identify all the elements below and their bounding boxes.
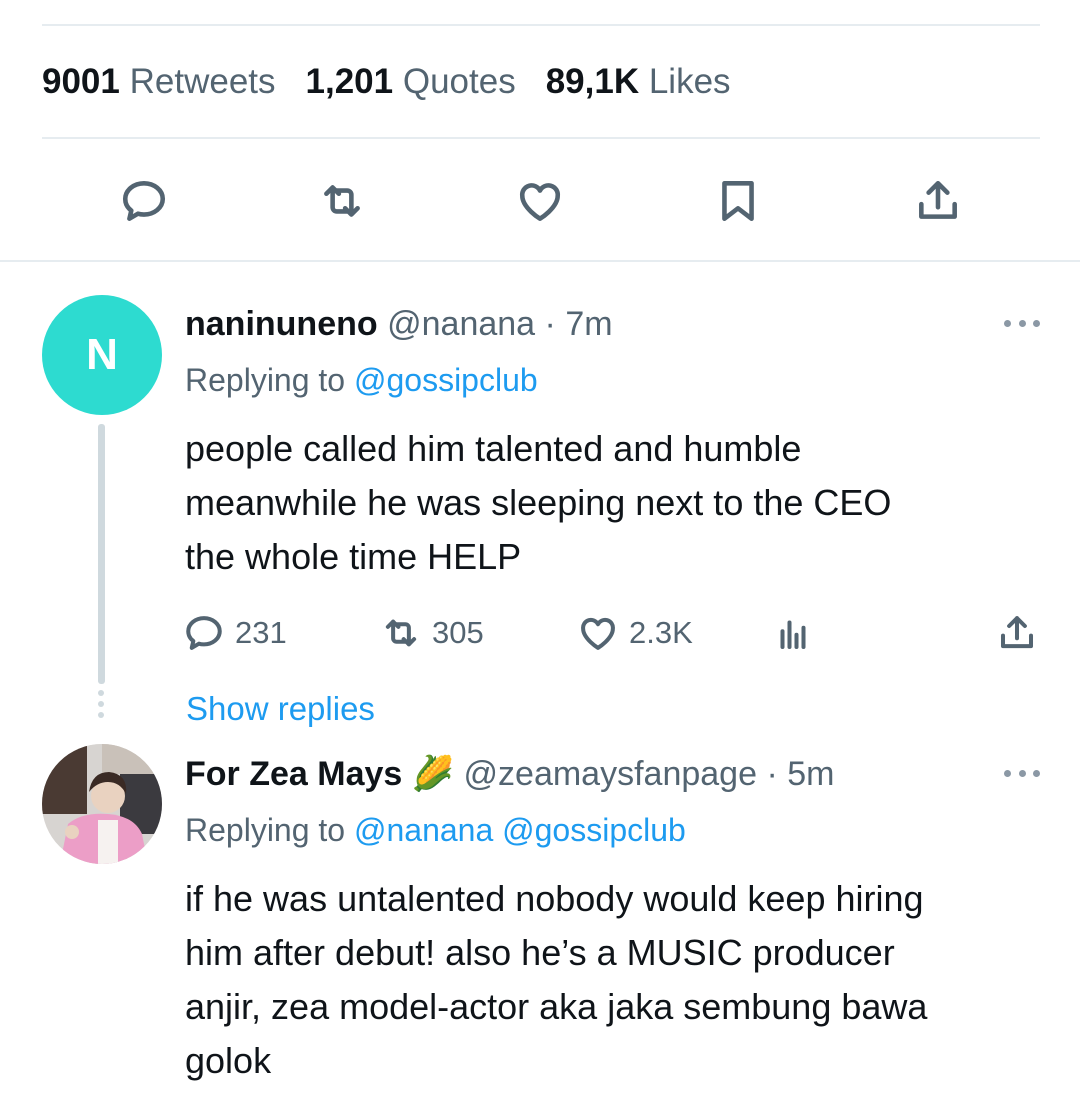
retweets-stat[interactable]: 9001 Retweets	[42, 62, 276, 101]
reply-text: if he was untalented nobody would keep h…	[185, 872, 927, 1088]
analytics-icon	[780, 620, 806, 650]
text-line: people called him talented and humble	[185, 428, 802, 469]
reply-text: people called him talented and humble me…	[185, 422, 891, 584]
analytics-button[interactable]	[772, 612, 824, 654]
display-name[interactable]: naninuneno	[185, 305, 378, 343]
reply-icon	[122, 181, 166, 221]
like-count: 2.3K	[629, 615, 693, 650]
text-line: golok	[185, 1040, 272, 1081]
reply-count: 231	[235, 615, 287, 650]
replying-to: Replying to @nanana @gossipclub	[185, 812, 686, 848]
text-line: anjir, zea model-actor aka jaka sembung …	[185, 986, 928, 1027]
bookmark-button[interactable]	[712, 175, 764, 227]
text-line: if he was untalented nobody would keep h…	[185, 878, 924, 919]
reply-count-button[interactable]: 231	[183, 612, 287, 654]
display-name[interactable]: For Zea Mays 🌽	[185, 755, 454, 793]
replying-to: Replying to @gossipclub	[185, 362, 538, 398]
reply-button[interactable]	[118, 175, 170, 227]
timestamp[interactable]: · 5m	[766, 755, 834, 793]
retweet-count: 305	[432, 615, 484, 650]
actions-divider	[0, 260, 1080, 262]
top-divider	[42, 24, 1040, 26]
share-button[interactable]	[912, 175, 964, 227]
like-button[interactable]	[514, 175, 566, 227]
more-options-icon[interactable]	[1004, 320, 1040, 327]
text-line: the whole time HELP	[185, 536, 522, 577]
retweet-icon	[385, 619, 417, 647]
share-icon	[919, 181, 957, 219]
reply-icon	[186, 616, 222, 650]
tweet-stats: 9001 Retweets 1,201 Quotes 89,1K Likes	[42, 62, 731, 102]
reply-header: naninuneno @nanana · 7m	[185, 305, 613, 344]
thread-dots	[97, 690, 106, 723]
replying-to-link[interactable]: @nanana @gossipclub	[354, 812, 686, 848]
text-line: him after debut! also he’s a MUSIC produ…	[185, 932, 895, 973]
thread-line	[98, 424, 105, 684]
username[interactable]: @nanana	[387, 305, 535, 343]
timestamp[interactable]: · 7m	[545, 305, 613, 343]
like-count-button[interactable]: 2.3K	[577, 612, 693, 654]
avatar[interactable]	[42, 744, 162, 864]
share-tweet-button[interactable]	[996, 612, 1048, 654]
heart-icon	[581, 617, 615, 650]
reply-header: For Zea Mays 🌽 @zeamaysfanpage · 5m	[185, 754, 834, 794]
heart-icon	[519, 183, 561, 221]
bookmark-icon	[722, 181, 754, 221]
replying-to-link[interactable]: @gossipclub	[354, 362, 538, 398]
text-line: meanwhile he was sleeping next to the CE…	[185, 482, 892, 523]
retweet-count-button[interactable]: 305	[380, 612, 484, 654]
stats-divider	[42, 137, 1040, 139]
more-options-icon[interactable]	[1004, 770, 1040, 777]
quotes-stat[interactable]: 1,201 Quotes	[306, 62, 516, 101]
retweet-button[interactable]	[316, 175, 368, 227]
avatar-letter: N	[86, 330, 118, 379]
likes-stat[interactable]: 89,1K Likes	[546, 62, 731, 101]
show-replies-link[interactable]: Show replies	[186, 690, 375, 728]
username[interactable]: @zeamaysfanpage	[464, 755, 757, 793]
profile-photo	[42, 744, 162, 864]
retweet-icon	[324, 185, 360, 217]
avatar[interactable]: N	[42, 295, 162, 415]
share-icon	[1000, 616, 1034, 649]
